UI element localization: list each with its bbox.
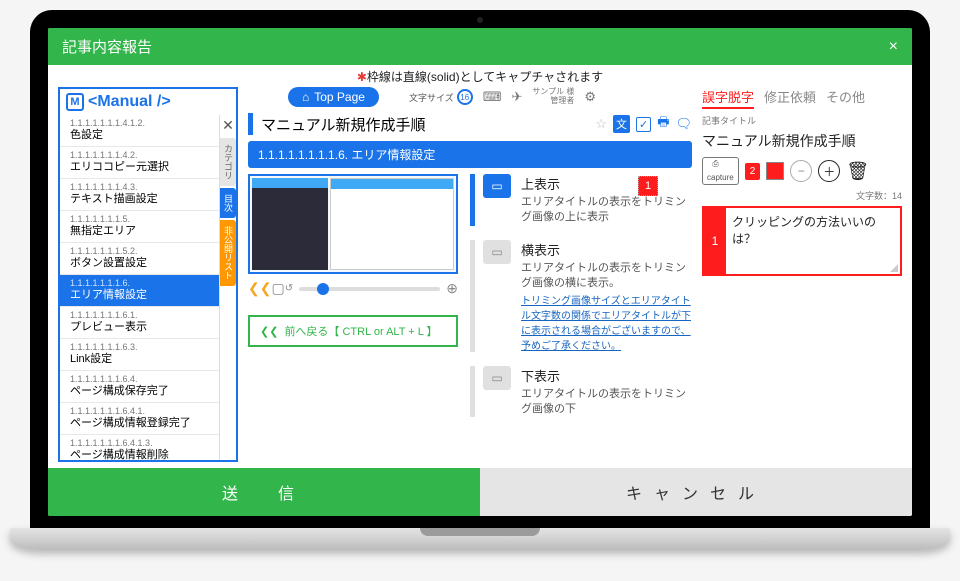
chevron-double-left-icon[interactable]: ❮❮ (248, 280, 271, 297)
chevron-double-left-icon: ❮❮ (260, 325, 278, 338)
zoom-slider[interactable] (299, 287, 440, 291)
sidebar-item[interactable]: 1.1.1.1.1.1.1.4.1.2.色設定 (60, 115, 219, 147)
keyboard-icon[interactable]: ⌨ (483, 89, 502, 105)
sidebar-item[interactable]: 1.1.1.1.1.1.1.6.4.ページ構成保存完了 (60, 371, 219, 403)
report-tabs: 誤字脱字 修正依頼 その他 (702, 87, 902, 109)
reset-icon[interactable]: ↺ (285, 283, 293, 294)
article-title-label: 記事タイトル (702, 114, 902, 127)
preview-thumbnail (248, 174, 458, 274)
display-option[interactable]: ▭横表示エリアタイトルの表示をトリミング画像の横に表示。トリミング画像サイズとエ… (470, 240, 692, 352)
char-count: 文字数：14 (702, 189, 902, 202)
close-icon[interactable]: × (889, 38, 898, 56)
capture-icon: ⎙ (712, 160, 728, 174)
article-title: マニュアル新規作成手順 (702, 131, 902, 151)
back-button[interactable]: ❮❮ 前へ戻る【 CTRL or ALT + L 】 (248, 315, 458, 347)
option-note-link[interactable]: トリミング画像サイズとエリアタイトル文字数の関係でエリアタイトルが下に表示される… (521, 296, 691, 352)
comment-index: 1 (704, 208, 726, 274)
manual-icon: M (66, 93, 84, 111)
zoom-in-icon[interactable]: ⊕ (446, 280, 458, 297)
side-tab-toc[interactable]: 目次 (220, 188, 236, 218)
sidebar-item[interactable]: 1.1.1.1.1.1.1.6.4.1.3.ページ構成情報削除 (60, 435, 219, 460)
sidebar-brand: M <Manual /> (60, 89, 236, 115)
sidebar-item[interactable]: 1.1.1.1.1.1.1.5.無指定エリア (60, 211, 219, 243)
sidebar: M <Manual /> 1.1.1.1.1.1.1.4.1.2.色設定1.1.… (58, 87, 238, 462)
home-icon: ⌂ (302, 90, 309, 104)
trash-icon[interactable]: 🗑 (846, 161, 869, 182)
tab-other[interactable]: その他 (826, 87, 865, 109)
tab-fix-request[interactable]: 修正依頼 (764, 87, 816, 109)
tab-typo[interactable]: 誤字脱字 (702, 87, 754, 109)
top-page-button[interactable]: ⌂ Top Page (288, 87, 379, 107)
marker-count-badge[interactable]: 2 (745, 163, 761, 180)
display-option[interactable]: ▭上表示エリアタイトルの表示をトリミング画像の上に表示1 (470, 174, 692, 226)
display-option[interactable]: ▭下表示エリアタイトルの表示をトリミング画像の下 (470, 366, 692, 418)
font-size-control[interactable]: 文字サイズ 16 (409, 89, 473, 105)
print-icon[interactable]: 🖶 (657, 113, 669, 135)
sidebar-item[interactable]: 1.1.1.1.1.1.1.5.2.ボタン設置設定 (60, 243, 219, 275)
comment-text[interactable]: クリッピングの方法いいのは？ (726, 208, 900, 274)
send-icon[interactable]: ✈ (511, 89, 522, 105)
page-title-row: マニュアル新規作成手順 ☆ 文 ✓ 🖶 🗨 (248, 113, 692, 135)
annotation-marker[interactable]: 1 (638, 176, 658, 196)
sidebar-collapse-icon[interactable]: ✕ (220, 115, 236, 136)
sidebar-item[interactable]: 1.1.1.1.1.1.1.6.3.Link設定 (60, 339, 219, 371)
zoom-out-icon[interactable]: − (790, 160, 812, 182)
notice-bar: ✱枠線は直線(solid)としてキャプチャされます (48, 65, 912, 87)
submit-button[interactable]: 送 信 (48, 468, 480, 516)
chat-icon[interactable]: 🗨 (675, 116, 692, 132)
sidebar-item[interactable]: 1.1.1.1.1.1.1.4.3.テキスト描画設定 (60, 179, 219, 211)
zoom-in-icon[interactable]: ＋ (818, 160, 840, 182)
comment-icon[interactable]: ▢ (271, 280, 284, 297)
sidebar-item[interactable]: 1.1.1.1.1.1.1.6.4.1.ページ構成情報登録完了 (60, 403, 219, 435)
cancel-button[interactable]: キャンセル (480, 468, 912, 516)
user-label: サンプル 様 管理者 (532, 88, 574, 106)
layout-icon: ▭ (483, 366, 511, 390)
side-tab-unpublished[interactable]: 非公開リスト (220, 220, 236, 286)
layout-icon: ▭ (483, 174, 511, 198)
capture-button[interactable]: ⎙ capture (702, 157, 739, 185)
sidebar-item[interactable]: 1.1.1.1.1.1.1.6.1.プレビュー表示 (60, 307, 219, 339)
check-icon[interactable]: ✓ (636, 117, 651, 132)
star-icon[interactable]: ☆ (595, 116, 607, 132)
comment-box[interactable]: 1 クリッピングの方法いいのは？ (702, 206, 902, 276)
modal-title: 記事内容報告 (62, 36, 152, 57)
sidebar-item[interactable]: 1.1.1.1.1.1.1.6.エリア情報設定 (60, 275, 219, 307)
sidebar-item[interactable]: 1.1.1.1.1.1.1.4.2.エリココピー元選択 (60, 147, 219, 179)
translate-icon[interactable]: 文 (613, 115, 630, 133)
page-title: マニュアル新規作成手順 (261, 114, 426, 135)
layout-icon: ▭ (483, 240, 511, 264)
color-swatch[interactable] (766, 162, 784, 180)
gear-icon[interactable]: ⚙ (584, 89, 596, 105)
breadcrumb: 1.1.1.1.1.1.1.1.6. エリア情報設定 (248, 141, 692, 168)
side-tab-category[interactable]: カテゴリ (220, 138, 236, 186)
